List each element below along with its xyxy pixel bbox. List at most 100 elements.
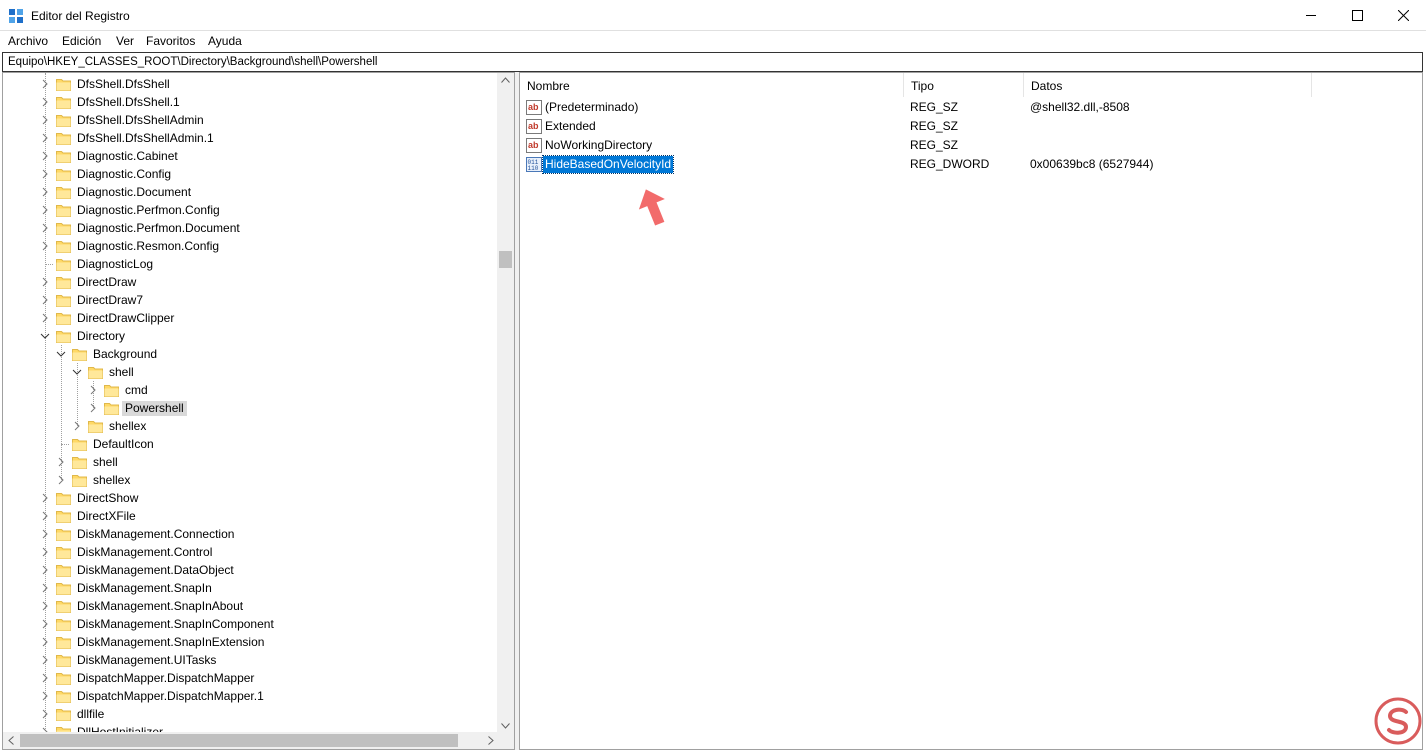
chevron-right-icon[interactable] bbox=[56, 456, 66, 468]
value-name[interactable]: Extended bbox=[543, 118, 598, 135]
tree-node-label[interactable]: Diagnostic.Document bbox=[74, 185, 194, 200]
tree-node-label[interactable]: DirectXFile bbox=[74, 509, 139, 524]
value-row[interactable]: ab Extended REG_SZ bbox=[520, 117, 1420, 136]
chevron-right-icon[interactable] bbox=[40, 492, 50, 504]
chevron-down-icon[interactable] bbox=[56, 348, 66, 360]
tree-pane[interactable]: DfsShell.DfsShell DfsShell.DfsShell.1 DfsS… bbox=[2, 72, 515, 750]
chevron-right-icon[interactable] bbox=[40, 168, 50, 180]
tree-node[interactable]: Powershell bbox=[3, 399, 503, 417]
maximize-button[interactable] bbox=[1334, 0, 1380, 31]
chevron-right-icon[interactable] bbox=[72, 420, 82, 432]
tree-node[interactable]: DefaultIcon bbox=[3, 435, 503, 453]
tree-node[interactable]: DiagnosticLog bbox=[3, 255, 503, 273]
tree-node[interactable]: cmd bbox=[3, 381, 503, 399]
tree-node-label[interactable]: DispatchMapper.DispatchMapper.1 bbox=[74, 689, 267, 704]
chevron-right-icon[interactable] bbox=[88, 384, 98, 396]
minimize-button[interactable] bbox=[1288, 0, 1334, 31]
chevron-right-icon[interactable] bbox=[40, 636, 50, 648]
chevron-right-icon[interactable] bbox=[40, 708, 50, 720]
tree-node[interactable]: shellex bbox=[3, 417, 503, 435]
tree-node-label[interactable]: shellex bbox=[90, 473, 133, 488]
values-pane[interactable]: Nombre Tipo Datos ab (Predeterminado) REG_… bbox=[519, 72, 1423, 750]
chevron-right-icon[interactable] bbox=[40, 600, 50, 612]
chevron-right-icon[interactable] bbox=[40, 312, 50, 324]
chevron-right-icon[interactable] bbox=[40, 96, 50, 108]
tree-node-label[interactable]: Diagnostic.Perfmon.Config bbox=[74, 203, 223, 218]
chevron-right-icon[interactable] bbox=[40, 150, 50, 162]
chevron-right-icon[interactable] bbox=[40, 564, 50, 576]
tree-node[interactable]: Directory bbox=[3, 327, 503, 345]
tree-node[interactable]: DirectDraw7 bbox=[3, 291, 503, 309]
column-header-datos[interactable]: Datos bbox=[1024, 73, 1312, 97]
tree-node-label[interactable]: Diagnostic.Cabinet bbox=[74, 149, 181, 164]
tree-node[interactable]: DiskManagement.DataObject bbox=[3, 561, 503, 579]
chevron-right-icon[interactable] bbox=[40, 276, 50, 288]
chevron-right-icon[interactable] bbox=[40, 240, 50, 252]
tree-node[interactable]: DiskManagement.SnapInExtension bbox=[3, 633, 503, 651]
tree-node-label[interactable]: DiskManagement.UITasks bbox=[74, 653, 219, 668]
tree-node-label[interactable]: Powershell bbox=[122, 401, 187, 416]
chevron-down-icon[interactable] bbox=[72, 366, 82, 378]
tree-node-label[interactable]: shell bbox=[106, 365, 137, 380]
tree-node-label[interactable]: DirectDraw7 bbox=[74, 293, 146, 308]
tree-node[interactable]: DirectDraw bbox=[3, 273, 503, 291]
tree-node-label[interactable]: DiskManagement.SnapInExtension bbox=[74, 635, 267, 650]
scroll-left-icon[interactable] bbox=[8, 736, 14, 745]
tree-node[interactable]: DfsShell.DfsShellAdmin.1 bbox=[3, 129, 503, 147]
tree-node[interactable]: shell bbox=[3, 363, 503, 381]
tree-node[interactable]: DirectShow bbox=[3, 489, 503, 507]
tree-node-label[interactable]: DirectDraw bbox=[74, 275, 139, 290]
chevron-right-icon[interactable] bbox=[56, 474, 66, 486]
tree-node-label[interactable]: dllfile bbox=[74, 707, 107, 722]
tree-node[interactable]: dllfile bbox=[3, 705, 503, 723]
tree-node-label[interactable]: DiskManagement.SnapIn bbox=[74, 581, 215, 596]
chevron-right-icon[interactable] bbox=[40, 294, 50, 306]
tree-node-label[interactable]: Diagnostic.Perfmon.Document bbox=[74, 221, 243, 236]
chevron-right-icon[interactable] bbox=[40, 690, 50, 702]
tree-node-label[interactable]: DefaultIcon bbox=[90, 437, 157, 452]
value-name[interactable]: HideBasedOnVelocityId bbox=[541, 155, 675, 174]
tree-node[interactable]: DiskManagement.SnapIn bbox=[3, 579, 503, 597]
address-bar[interactable]: Equipo\HKEY_CLASSES_ROOT\Directory\Backg… bbox=[2, 52, 1423, 72]
tree-node-label[interactable]: DiskManagement.DataObject bbox=[74, 563, 237, 578]
menu-archivo[interactable]: Archivo bbox=[8, 34, 48, 48]
value-name[interactable]: (Predeterminado) bbox=[543, 99, 640, 116]
value-row[interactable]: 011 110 HideBasedOnVelocityId REG_DWORD 0x00… bbox=[520, 155, 1420, 174]
tree-node[interactable]: DfsShell.DfsShell bbox=[3, 75, 503, 93]
chevron-right-icon[interactable] bbox=[40, 618, 50, 630]
scroll-down-icon[interactable] bbox=[501, 723, 510, 729]
scroll-right-icon[interactable] bbox=[488, 736, 494, 745]
tree-node-label[interactable]: DiskManagement.Connection bbox=[74, 527, 237, 542]
chevron-down-icon[interactable] bbox=[40, 330, 50, 342]
tree-node[interactable]: DfsShell.DfsShellAdmin bbox=[3, 111, 503, 129]
tree-node-label[interactable]: Diagnostic.Resmon.Config bbox=[74, 239, 222, 254]
chevron-right-icon[interactable] bbox=[40, 582, 50, 594]
value-row[interactable]: ab (Predeterminado) REG_SZ @shell32.dll,-85… bbox=[520, 98, 1420, 117]
tree-node[interactable]: DiskManagement.Control bbox=[3, 543, 503, 561]
tree-horizontal-scroll-thumb[interactable] bbox=[20, 734, 458, 747]
tree-node[interactable]: Diagnostic.Document bbox=[3, 183, 503, 201]
chevron-right-icon[interactable] bbox=[40, 672, 50, 684]
tree-node[interactable]: DiskManagement.UITasks bbox=[3, 651, 503, 669]
tree-vertical-scroll-thumb[interactable] bbox=[499, 251, 512, 268]
menu-edicion[interactable]: Edición bbox=[62, 34, 101, 48]
chevron-right-icon[interactable] bbox=[40, 132, 50, 144]
chevron-right-icon[interactable] bbox=[40, 528, 50, 540]
tree-vertical-scrollbar[interactable] bbox=[497, 73, 514, 733]
tree-node-label[interactable]: DiskManagement.SnapInAbout bbox=[74, 599, 246, 614]
tree-node-label[interactable]: shell bbox=[90, 455, 121, 470]
tree-node-label[interactable]: DiskManagement.Control bbox=[74, 545, 215, 560]
tree-node[interactable]: DiskManagement.SnapInComponent bbox=[3, 615, 503, 633]
menu-ayuda[interactable]: Ayuda bbox=[208, 34, 242, 48]
tree-node[interactable]: DiskManagement.Connection bbox=[3, 525, 503, 543]
tree-node[interactable]: Diagnostic.Perfmon.Config bbox=[3, 201, 503, 219]
tree-node[interactable]: DispatchMapper.DispatchMapper.1 bbox=[3, 687, 503, 705]
tree-node-label[interactable]: DfsShell.DfsShell bbox=[74, 77, 173, 92]
tree-node-label[interactable]: DiskManagement.SnapInComponent bbox=[74, 617, 277, 632]
chevron-right-icon[interactable] bbox=[40, 204, 50, 216]
tree-node[interactable]: DispatchMapper.DispatchMapper bbox=[3, 669, 503, 687]
chevron-right-icon[interactable] bbox=[40, 510, 50, 522]
tree-node-label[interactable]: Diagnostic.Config bbox=[74, 167, 174, 182]
tree-node[interactable]: DirectDrawClipper bbox=[3, 309, 503, 327]
chevron-right-icon[interactable] bbox=[88, 402, 98, 414]
